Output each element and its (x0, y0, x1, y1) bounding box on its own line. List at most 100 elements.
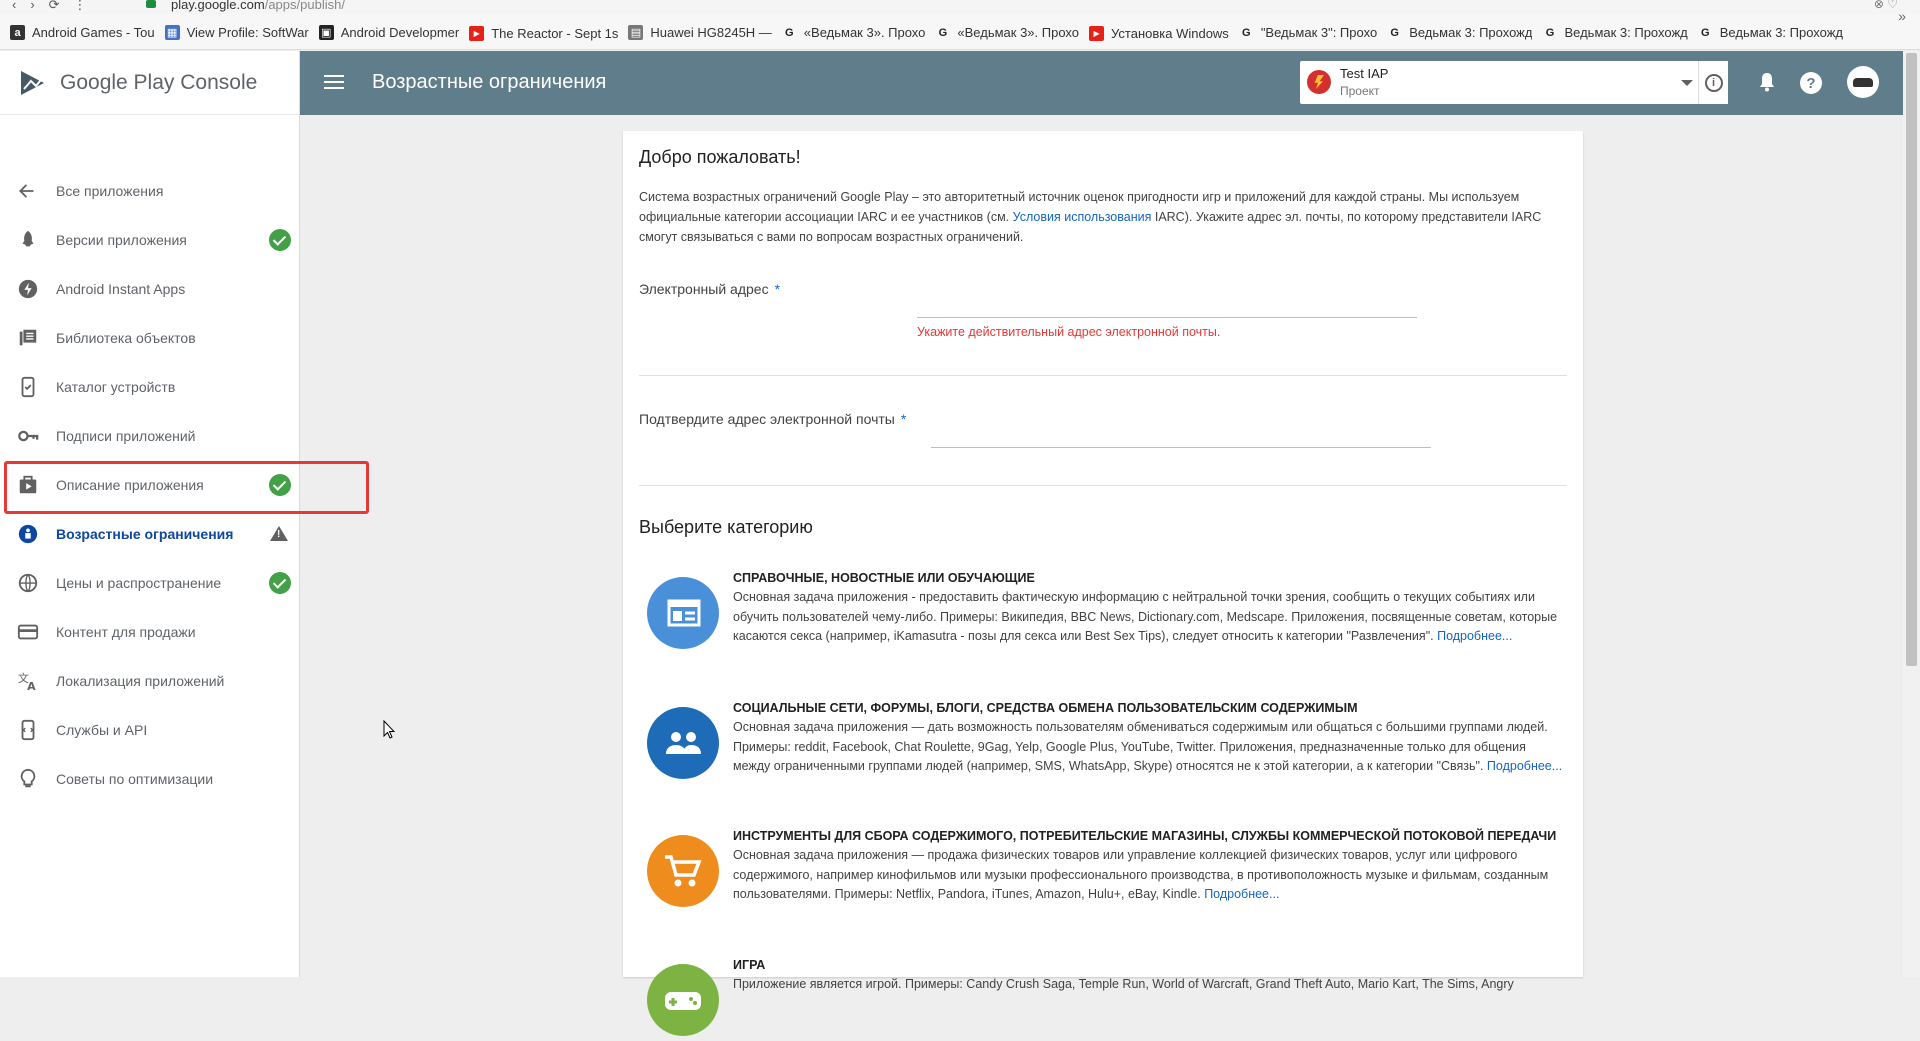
translate-icon: 文A (17, 670, 39, 692)
sidebar-item[interactable]: Версии приложения (0, 215, 300, 264)
bookmark-item[interactable]: G «Ведьмак 3». Прохо (782, 15, 926, 50)
svg-text:A: A (27, 680, 36, 692)
credit-card-icon (17, 621, 39, 643)
gamepad-icon[interactable] (647, 964, 719, 1036)
scrollbar-thumb[interactable] (1906, 53, 1917, 666)
bookmark-label: Ведьмак 3: Прохожд (1719, 25, 1844, 40)
check-circle-icon (269, 228, 291, 251)
sidebar-item[interactable]: Советы по оптимизации (0, 754, 300, 803)
url-path: /apps/publish/ (264, 0, 345, 12)
bookmark-item[interactable]: G «Ведьмак 3». Прохо (935, 15, 1080, 50)
bookmark-label: «Ведьмак 3». Прохо (957, 25, 1080, 40)
project-name: Test IAP (1340, 66, 1389, 81)
bookmark-item[interactable]: ▶ The Reactor - Sept 1s (469, 15, 619, 49)
category-title[interactable]: ИГРА (733, 958, 765, 972)
bookmark-item[interactable]: G Ведьмак 3: Прохожд (1698, 15, 1844, 50)
chevron-down-icon[interactable] (1681, 80, 1693, 86)
people-icon[interactable] (647, 707, 719, 779)
url-text[interactable]: play.google.com/apps/publish/ (171, 0, 345, 12)
category-description: Основная задача приложения — дать возмож… (733, 718, 1563, 777)
project-selector[interactable]: Test IAP Проект (1300, 61, 1725, 104)
page-title: Возрастные ограничения (372, 71, 607, 93)
shopping-cart-icon[interactable] (647, 835, 719, 907)
content-rating-icon (17, 523, 39, 545)
page-scrollbar[interactable] (1903, 51, 1920, 977)
browser-right-icons[interactable]: ⊗ ♡ (1874, 0, 1898, 11)
intro-text: Система возрастных ограничений Google Pl… (639, 187, 1564, 247)
confirm-email-underline[interactable] (931, 447, 1431, 448)
warning-icon (270, 526, 288, 541)
sidebar-item[interactable]: Возрастные ограничения (0, 509, 300, 558)
bookmark-item[interactable]: ▶ Установка Windows (1089, 15, 1229, 49)
content-rating-card: Добро пожаловать! Система возрастных огр… (623, 131, 1583, 1036)
category-description: Приложение является игрой. Примеры: Cand… (733, 975, 1563, 995)
url-host: play.google.com (171, 0, 265, 12)
bookmark-label: Ведьмак 3: Прохожд (1409, 25, 1533, 40)
user-avatar[interactable] (1847, 66, 1879, 98)
sidebar-item-label: Контент для продажи (56, 623, 196, 640)
sidebar-item[interactable]: Цены и распространение (0, 558, 300, 607)
info-icon: i (1704, 73, 1723, 92)
reference-news-icon[interactable] (647, 577, 719, 649)
required-mark: * (774, 281, 781, 297)
app-header: Возрастные ограничения Test IAP Проект i… (300, 51, 1903, 115)
info-button[interactable]: i (1698, 61, 1728, 104)
bookmark-item[interactable]: G Ведьмак 3: Прохожд (1387, 15, 1533, 50)
sidebar-item-label: Возрастные ограничения (56, 525, 234, 542)
google-play-console-logo-icon (21, 70, 45, 95)
bookmark-label: View Profile: SoftWar (186, 24, 309, 40)
bookmark-item[interactable]: ▣ Android Developmer (318, 14, 459, 49)
bookmark-label: «Ведьмак 3». Прохо (803, 25, 926, 40)
rocket-icon (17, 229, 39, 251)
g-icon: G (785, 26, 794, 39)
sidebar-item[interactable]: Все приложения (0, 166, 300, 215)
menu-icon[interactable] (324, 71, 344, 95)
bookmarks-more-icon[interactable]: » (1898, 8, 1906, 24)
category-description-text: Основная задача приложения - предоставит… (733, 590, 1558, 643)
lightbulb-icon (17, 768, 39, 790)
globe-icon (17, 572, 39, 594)
bookmark-item[interactable]: G "Ведьмак 3": Прохо (1239, 15, 1377, 50)
youtube-icon: ▶ (469, 25, 485, 41)
help-icon[interactable]: ? (1800, 72, 1822, 94)
mouse-cursor-icon (383, 720, 395, 739)
notifications-bell-icon[interactable] (1759, 72, 1775, 92)
more-link[interactable]: Подробнее... (1437, 629, 1512, 643)
more-link[interactable]: Подробнее... (1204, 887, 1279, 901)
category-title[interactable]: ИНСТРУМЕНТЫ ДЛЯ СБОРА СОДЕРЖИМОГО, ПОТРЕ… (733, 829, 1556, 843)
sidebar-item-label: Библиотека объектов (56, 329, 196, 346)
device-catalog-icon (17, 376, 39, 398)
category-title[interactable]: СПРАВОЧНЫЕ, НОВОСТНЫЕ ИЛИ ОБУЧАЮЩИЕ (733, 571, 1035, 585)
bookmark-label: The Reactor - Sept 1s (491, 25, 619, 41)
email-label: Электронный адрес * (639, 281, 780, 297)
profile-icon: ▦ (164, 24, 180, 40)
bookmark-item[interactable]: ▦ View Profile: SoftWar (164, 14, 309, 49)
category-description-text: Основная задача приложения — продажа физ… (733, 848, 1549, 901)
email-field-underline[interactable] (917, 317, 1417, 318)
category-title[interactable]: СОЦИАЛЬНЫЕ СЕТИ, ФОРУМЫ, БЛОГИ, СРЕДСТВА… (733, 701, 1357, 715)
sidebar: Google Play Console Все приложения Версии… (0, 51, 300, 977)
sidebar-item[interactable]: Android Instant Apps (0, 264, 300, 313)
bookmark-item[interactable]: G Ведьмак 3: Прохожд (1542, 15, 1688, 50)
sidebar-item-label: Локализация приложений (56, 672, 225, 689)
sidebar-item[interactable]: Подписи приложений (0, 411, 300, 460)
sidebar-item[interactable]: 文 A Локализация приложений (0, 656, 300, 705)
sidebar-item[interactable]: Контент для продажи (0, 607, 300, 656)
sidebar-item[interactable]: Службы и API (0, 705, 300, 754)
sidebar-item-label: Советы по оптимизации (56, 770, 214, 787)
sidebar-item[interactable]: Библиотека объектов (0, 313, 300, 362)
logo[interactable]: Google Play Console (0, 51, 299, 115)
sidebar-item[interactable]: Каталог устройств (0, 362, 300, 411)
browser-address-bar: ‹›⟳⋮ play.google.com/apps/publish/ ⊗ ♡ (0, 0, 1920, 14)
active-item-highlight (4, 461, 369, 514)
category-description: Основная задача приложения — продажа физ… (733, 846, 1563, 905)
bookmark-item[interactable]: a Android Games - Tou (10, 15, 155, 50)
browser-nav-buttons[interactable]: ‹›⟳⋮ (12, 0, 101, 13)
bookmark-label: Установка Windows (1111, 25, 1229, 41)
bookmark-item[interactable]: ▤ Huawei HG8245H — (628, 14, 772, 49)
terms-link[interactable]: Условия использования (1013, 210, 1152, 224)
more-link[interactable]: Подробнее... (1487, 759, 1562, 773)
sidebar-item-label: Службы и API (56, 721, 148, 738)
category-description-text: Основная задача приложения — дать возмож… (733, 720, 1548, 773)
bookmark-label: Android Games - Tou (32, 25, 155, 40)
